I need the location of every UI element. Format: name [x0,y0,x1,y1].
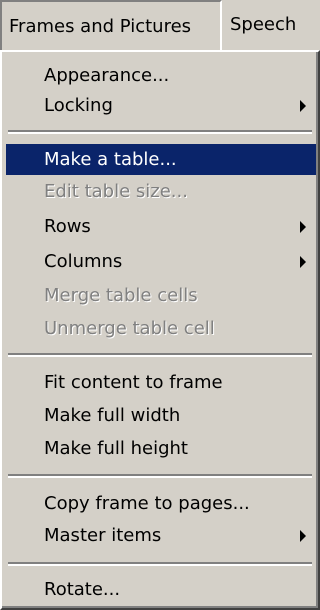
submenu-arrow-icon [300,220,306,233]
submenu-arrow-icon [300,255,306,268]
menu-item-label: Copy frame to pages... [44,493,250,514]
menu-item-label: Edit table size... [44,181,188,202]
menu-item-rows[interactable]: Rows [6,211,316,242]
menu-separator [8,130,312,134]
menu-item-label: Rows [44,216,91,237]
menu-item-label: Columns [44,251,123,272]
menu-item-label: Locking [44,95,113,116]
menu-item-label: Make full width [44,405,181,426]
menu-item-make-full-width[interactable]: Make full width [6,400,316,431]
menu-item-rotate[interactable]: Rotate... [6,574,316,605]
menu-item-label: Unmerge table cell [44,318,215,339]
menu-item-copy-frame-to-pages[interactable]: Copy frame to pages... [6,488,316,519]
menu-speech[interactable]: Speech [222,0,320,50]
menu-item-label: Rotate... [44,579,121,600]
submenu-arrow-icon [300,99,306,112]
menu-item-unmerge-table-cell: Unmerge table cell [6,313,316,344]
menu-item-appearance[interactable]: Appearance... [6,60,316,91]
menu-bar: Frames and Pictures Speech [0,0,320,50]
menu-separator [8,353,312,357]
menu-item-locking[interactable]: Locking [6,90,316,121]
menu-item-label: Master items [44,525,162,546]
menu-item-columns[interactable]: Columns [6,246,316,277]
menu-item-label: Make a table... [44,149,177,170]
app-screenshot: Frames and Pictures Speech Appearance...… [0,0,320,610]
menu-separator [8,474,312,478]
menu-item-edit-table-size: Edit table size... [6,176,316,207]
menu-frames-and-pictures[interactable]: Frames and Pictures [0,0,222,50]
menu-item-master-items[interactable]: Master items [6,520,316,551]
menu-item-fit-content-to-frame[interactable]: Fit content to frame [6,367,316,398]
menu-item-label: Fit content to frame [44,372,223,393]
menu-item-merge-table-cells: Merge table cells [6,280,316,311]
menu-item-label: Make full height [44,438,188,459]
menu-item-make-a-table[interactable]: Make a table... [6,144,316,175]
menu-separator [8,562,312,566]
frames-and-pictures-dropdown: Appearance... Locking Make a table... Ed… [0,50,320,610]
submenu-arrow-icon [300,529,306,542]
menu-item-label: Merge table cells [44,285,198,306]
menu-item-label: Appearance... [44,65,170,86]
menu-item-make-full-height[interactable]: Make full height [6,433,316,464]
